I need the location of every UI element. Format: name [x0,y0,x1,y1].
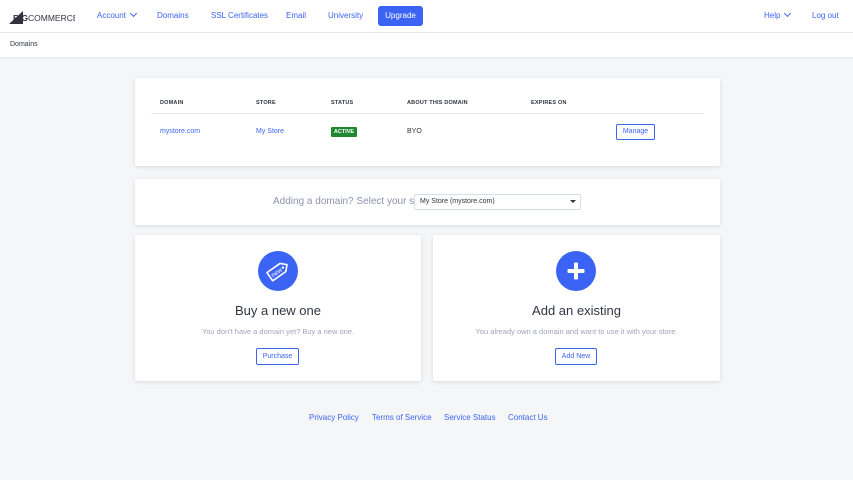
plus-icon [556,251,596,291]
nav-help[interactable]: Help [764,9,792,21]
nav-domains[interactable]: Domains [157,11,189,21]
about-domain-value: BYO [407,128,422,135]
nav-help-label: Help [764,11,781,20]
chevron-down-icon [129,9,137,18]
nav-ssl-certificates[interactable]: SSL Certificates [211,11,268,21]
column-header-store: STORE [256,100,276,106]
bigcommerce-logo[interactable]: BIG COMMERCE [9,8,75,24]
nav-email[interactable]: Email [286,11,306,21]
store-select-value: My Store (mystore.com) [420,198,495,205]
status-badge: ACTIVE [331,127,357,137]
table-row-divider [151,113,704,114]
top-navigation: BIG COMMERCE Account Domains SSL Certifi… [0,0,853,33]
column-header-status: STATUS [331,100,354,106]
svg-text:BIG: BIG [13,13,29,23]
store-select-label: Adding a domain? Select your store [273,196,432,207]
breadcrumb: Domains [10,41,38,48]
chevron-down-icon [784,9,792,18]
add-new-button[interactable]: Add New [555,348,597,365]
store-select[interactable]: My Store (mystore.com) [414,194,581,210]
domains-table-card [135,78,720,166]
existing-option-subtitle: You already own a domain and want to use… [475,327,678,336]
nav-account[interactable]: Account [97,9,137,21]
contact-us-link[interactable]: Contact Us [508,413,548,422]
buy-option-title: Buy a new one [234,303,321,318]
store-link[interactable]: My Store [256,128,284,135]
purchase-button[interactable]: Purchase [256,348,299,365]
logout-link[interactable]: Log out [812,11,839,21]
privacy-policy-link[interactable]: Privacy Policy [309,413,359,422]
new-tag-icon: new [258,251,298,291]
upgrade-button[interactable]: Upgrade [378,6,423,26]
caret-down-icon [570,200,576,203]
svg-text:COMMERCE: COMMERCE [28,13,75,23]
nav-account-label: Account [97,11,126,20]
column-header-domain: DOMAIN [160,100,184,106]
service-status-link[interactable]: Service Status [444,413,496,422]
breadcrumb-bar: Domains [0,33,853,57]
domain-link[interactable]: mystore.com [160,128,200,135]
nav-university[interactable]: University [328,11,363,21]
column-header-about: ABOUT THIS DOMAIN [407,100,468,106]
buy-option-subtitle: You don't have a domain yet? Buy a new o… [201,327,355,336]
manage-button[interactable]: Manage [616,124,655,140]
terms-of-service-link[interactable]: Terms of Service [372,413,432,422]
existing-option-title: Add an existing [532,303,621,318]
column-header-expires: EXPIRES ON [531,100,567,106]
